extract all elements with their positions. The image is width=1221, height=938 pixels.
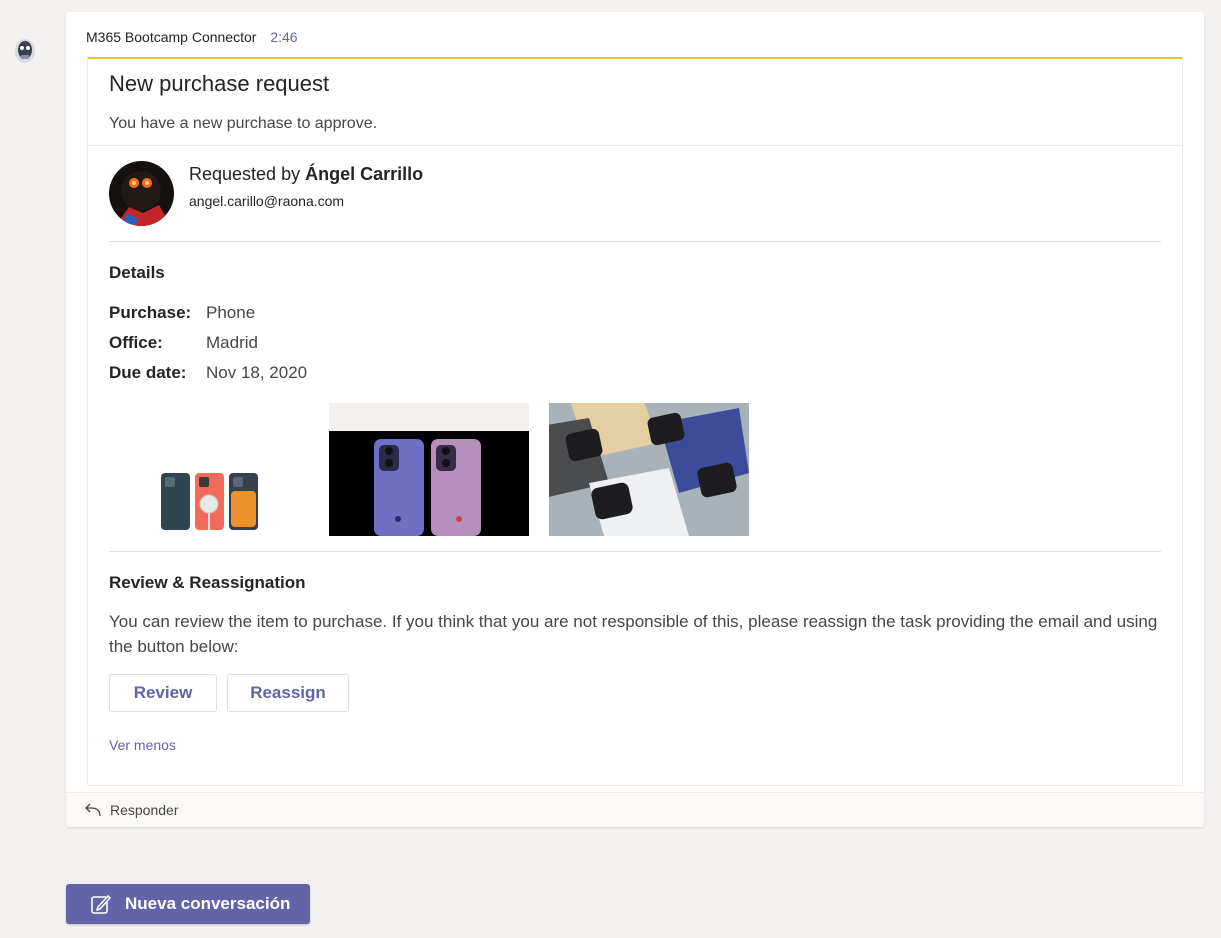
- message-header: M365 Bootcamp Connector 2:46: [86, 28, 298, 46]
- fact-label-office: Office:: [109, 333, 163, 352]
- reassign-button[interactable]: Reassign: [227, 674, 349, 712]
- card-title: New purchase request: [109, 71, 330, 96]
- see-less-link[interactable]: Ver menos: [109, 737, 176, 753]
- reply-bar[interactable]: Responder: [66, 792, 1204, 827]
- review-button[interactable]: Review: [109, 674, 217, 712]
- phone-cases-image[interactable]: [109, 403, 309, 536]
- review-heading: Review & Reassignation: [109, 573, 306, 592]
- divider: [109, 241, 1161, 242]
- requester-avatar: [109, 161, 174, 226]
- new-conversation-label: Nueva conversación: [125, 894, 291, 913]
- message-time: 2:46: [270, 29, 298, 45]
- reply-label[interactable]: Responder: [110, 802, 179, 818]
- details-heading: Details: [109, 263, 165, 282]
- divider: [109, 551, 1161, 552]
- reply-icon: [85, 803, 101, 817]
- fact-value-purchase: Phone: [206, 303, 256, 322]
- review-description: You can review the item to purchase. If …: [109, 612, 1158, 656]
- compose-icon: [91, 895, 111, 914]
- requester-name: Ángel Carrillo: [305, 164, 424, 184]
- fact-value-due-date: Nov 18, 2020: [206, 363, 308, 382]
- divider: [88, 145, 1182, 146]
- fact-label-due-date: Due date:: [109, 363, 187, 382]
- requested-by-prefix: Requested by: [189, 164, 306, 184]
- purple-phones-image[interactable]: [329, 403, 529, 536]
- sender-name[interactable]: M365 Bootcamp Connector: [86, 29, 256, 45]
- fact-value-office: Madrid: [206, 333, 258, 352]
- message-bubble: M365 Bootcamp Connector 2:46 New purchas…: [66, 12, 1204, 827]
- new-conversation-button[interactable]: Nueva conversación: [66, 884, 310, 924]
- phones-grid-image[interactable]: [549, 403, 749, 536]
- adaptive-card: New purchase request You have a new purc…: [87, 57, 1183, 786]
- requested-by: Requested by Ángel Carrillo: [189, 164, 423, 185]
- bot-avatar[interactable]: [12, 36, 38, 64]
- requester-avatar-image: [109, 161, 174, 226]
- fact-label-purchase: Purchase:: [109, 303, 192, 322]
- requester-email: angel.carillo@raona.com: [189, 193, 345, 209]
- card-subtitle: You have a new purchase to approve.: [109, 115, 378, 132]
- bot-avatar-icon: [15, 39, 35, 63]
